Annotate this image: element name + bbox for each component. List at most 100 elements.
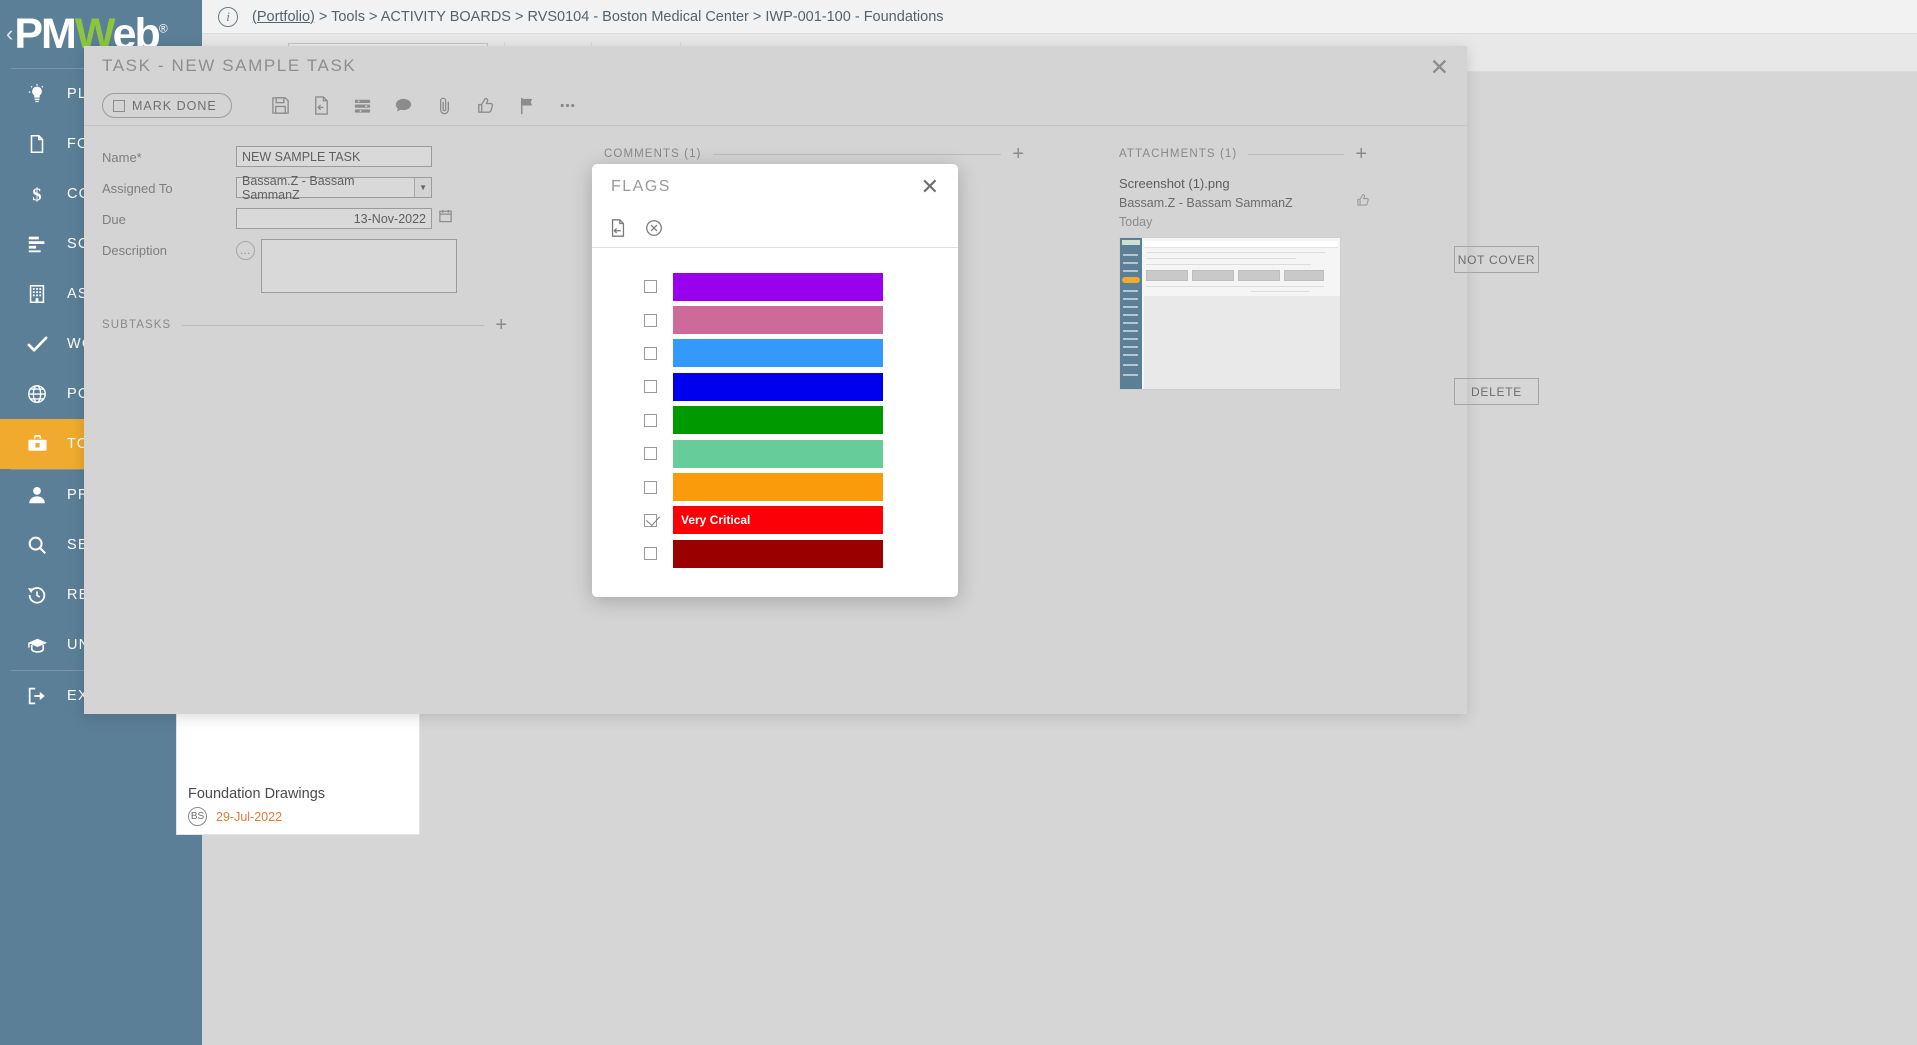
section-rule: [1248, 153, 1345, 155]
attachment-filename[interactable]: Screenshot (1).png: [1119, 176, 1451, 191]
thumbs-up-icon[interactable]: [465, 89, 506, 123]
dollar-icon: $: [20, 183, 54, 205]
add-subtask-button[interactable]: +: [495, 315, 507, 335]
attachments-header: ATTACHMENTS (1) +: [1119, 144, 1367, 164]
flag-icon[interactable]: [506, 89, 547, 123]
building-icon: [20, 283, 54, 305]
breadcrumb-portfolio-link[interactable]: (Portfolio): [252, 9, 315, 25]
flag-orange-checkbox[interactable]: [644, 480, 657, 494]
add-attachment-button[interactable]: +: [1355, 144, 1367, 164]
add-comment-button[interactable]: +: [1012, 144, 1024, 164]
page-title: TASK - NEW SAMPLE TASK: [102, 56, 357, 75]
preview-sidebar: [1120, 238, 1142, 389]
comment-icon[interactable]: [383, 89, 424, 123]
description-label: Description: [102, 243, 168, 258]
info-icon[interactable]: i: [218, 6, 238, 27]
section-rule: [182, 324, 485, 326]
card-date: 29-Jul-2022: [216, 809, 283, 824]
close-icon[interactable]: ✕: [1430, 56, 1449, 79]
check-icon: [20, 333, 54, 356]
cancel-icon[interactable]: [644, 218, 664, 238]
avatar: BS: [188, 807, 207, 826]
mark-done-button[interactable]: MARK DONE: [102, 93, 232, 118]
flag-purple-checkbox[interactable]: [644, 280, 657, 294]
board-card[interactable]: Foundation Drawings BS 29-Jul-2022: [176, 662, 420, 835]
save-icon[interactable]: [260, 89, 301, 123]
mark-done-label: MARK DONE: [132, 98, 217, 113]
flags-modal-header: FLAGS ✕: [592, 164, 958, 208]
flag-mint-checkbox[interactable]: [644, 447, 657, 461]
rows-icon[interactable]: [342, 89, 383, 123]
user-icon: [20, 484, 54, 506]
name-label: Name*: [102, 150, 142, 165]
screen-root: ‹ PMWeb® PLANSFORMS$COSTSSCHEDULESASSETS…: [0, 0, 1917, 1045]
comments-title: COMMENTS (1): [604, 148, 702, 160]
preview-topbar: [1144, 241, 1338, 248]
flag-orange-swatch[interactable]: [673, 473, 883, 502]
assigned-to-label: Assigned To: [102, 181, 173, 196]
description-textarea[interactable]: [261, 239, 457, 293]
attachment-preview[interactable]: [1119, 237, 1341, 390]
attachment-uploader: Bassam.Z - Bassam SammanZ: [1119, 196, 1293, 210]
flag-pink-swatch[interactable]: [673, 306, 883, 335]
flags-list: Very Critical: [592, 248, 958, 571]
due-label: Due: [102, 212, 126, 227]
svg-text:$: $: [32, 184, 41, 204]
card-footer: BS 29-Jul-2022: [188, 807, 282, 826]
field-row-description: Description …: [102, 239, 532, 293]
flag-red-checkbox[interactable]: [644, 513, 657, 527]
more-icon[interactable]: [547, 89, 588, 123]
description-options-icon[interactable]: …: [236, 241, 255, 260]
attachment-timestamp: Today: [1119, 215, 1153, 229]
flag-blue-swatch[interactable]: [673, 372, 883, 401]
name-input[interactable]: NEW SAMPLE TASK: [236, 146, 432, 167]
save-exit-icon[interactable]: [608, 218, 628, 238]
collapse-sidebar-icon[interactable]: ‹: [6, 21, 13, 47]
flag-row: [592, 303, 958, 336]
flag-row: [592, 370, 958, 403]
thumbs-up-icon[interactable]: [1355, 192, 1371, 213]
close-icon[interactable]: ✕: [921, 176, 939, 198]
toolbox-icon: [20, 433, 54, 456]
assigned-to-value: Bassam.Z - Bassam SammanZ: [242, 173, 355, 202]
flag-row: [592, 537, 958, 570]
flag-blue-checkbox[interactable]: [644, 380, 657, 394]
assigned-to-select[interactable]: Bassam.Z - Bassam SammanZ ▼: [236, 174, 432, 202]
flag-red-swatch[interactable]: Very Critical: [673, 506, 883, 535]
search-icon: [20, 534, 54, 556]
flag-green-swatch[interactable]: [673, 406, 883, 435]
field-row-assigned: Assigned To Bassam.Z - Bassam SammanZ ▼: [102, 174, 532, 202]
breadcrumb: (Portfolio) > Tools > ACTIVITY BOARDS > …: [252, 9, 944, 25]
attachment-item: Screenshot (1).png Bassam.Z - Bassam Sam…: [1119, 176, 1539, 405]
flag-pink-checkbox[interactable]: [644, 313, 657, 327]
flag-purple-swatch[interactable]: [673, 272, 883, 301]
flag-light-blue-checkbox[interactable]: [644, 346, 657, 360]
flag-dark-red-swatch[interactable]: [673, 539, 883, 568]
subtasks-title: SUBTASKS: [102, 319, 172, 331]
checkbox-icon: [113, 99, 125, 112]
flag-mint-swatch[interactable]: [673, 439, 883, 468]
due-input[interactable]: 13-Nov-2022: [236, 208, 432, 229]
attachment-icon[interactable]: [424, 89, 465, 123]
topbar: i (Portfolio) > Tools > ACTIVITY BOARDS …: [202, 0, 1917, 34]
flags-modal: FLAGS ✕ Very Critical: [592, 164, 958, 597]
subtasks-section: SUBTASKS +: [102, 315, 507, 335]
export-icon[interactable]: [301, 89, 342, 123]
flag-dark-red-checkbox[interactable]: [644, 547, 657, 561]
flag-row: [592, 470, 958, 503]
chevron-down-icon: ▼: [414, 178, 431, 197]
globe-icon: [20, 383, 54, 405]
flag-light-blue-swatch[interactable]: [673, 339, 883, 368]
section-rule: [712, 153, 1002, 155]
field-row-name: Name* NEW SAMPLE TASK: [102, 146, 532, 167]
flags-title: FLAGS: [611, 178, 671, 195]
delete-button[interactable]: DELETE: [1454, 378, 1539, 405]
card-title: Foundation Drawings: [188, 786, 326, 802]
not-cover-button[interactable]: NOT COVER: [1454, 246, 1539, 273]
task-dialog-header: TASK - NEW SAMPLE TASK ✕: [84, 46, 1467, 86]
comments-header: COMMENTS (1) +: [604, 144, 1024, 164]
flag-green-checkbox[interactable]: [644, 413, 657, 427]
preview-active-item: [1122, 277, 1140, 283]
calendar-icon[interactable]: [438, 208, 453, 223]
flag-row: [592, 404, 958, 437]
